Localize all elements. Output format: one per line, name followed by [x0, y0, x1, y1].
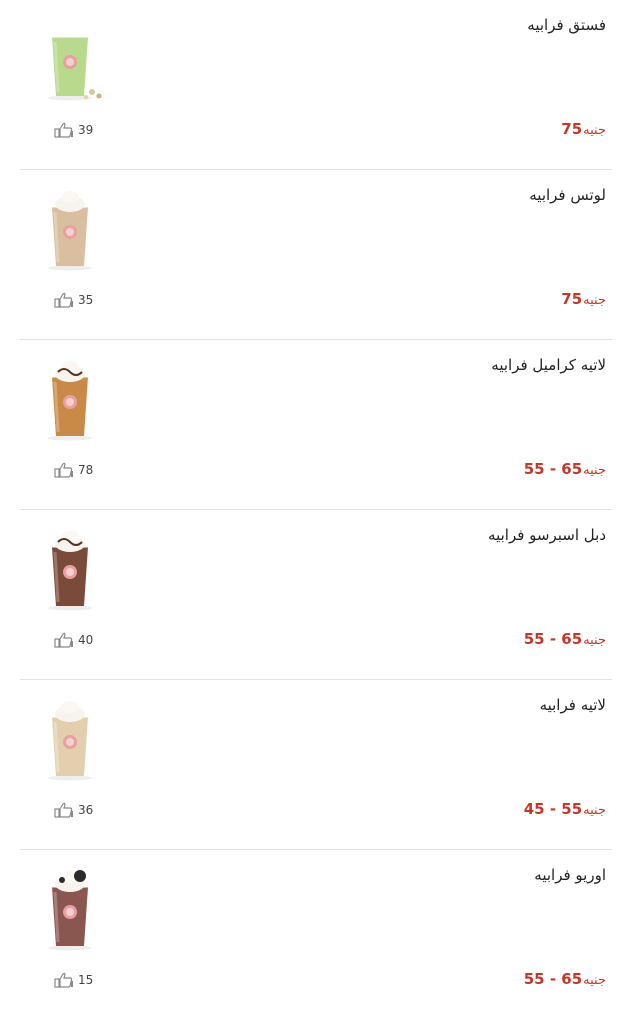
- product-item[interactable]: لاتيه فرابيه 36 45 - 55 جنيه: [20, 680, 612, 850]
- like-count: 78: [78, 463, 94, 477]
- product-name[interactable]: فستق فرابيه: [527, 16, 606, 34]
- product-price: 75 جنيه: [561, 120, 606, 138]
- like-button[interactable]: 36: [54, 802, 93, 818]
- product-item[interactable]: لاتيه كراميل فرابيه 78 55 - 65 جنيه: [20, 340, 612, 510]
- like-button[interactable]: 35: [54, 292, 93, 308]
- like-button[interactable]: 15: [54, 972, 93, 988]
- price-amount: 75: [561, 120, 583, 138]
- product-name[interactable]: لوتس فرابيه: [529, 186, 606, 204]
- thumbs-up-icon: [54, 462, 74, 478]
- product-image[interactable]: [20, 12, 120, 102]
- like-count: 40: [78, 633, 94, 647]
- product-image[interactable]: [20, 182, 120, 272]
- product-item[interactable]: فستق فرابيه 39 75 جنيه: [20, 0, 612, 170]
- price-currency: جنيه: [583, 633, 606, 648]
- product-image[interactable]: [20, 862, 120, 952]
- price-amount: 55 - 65: [523, 970, 583, 988]
- like-button[interactable]: 39: [54, 122, 93, 138]
- product-price: 55 - 65 جنيه: [524, 630, 606, 648]
- product-item[interactable]: دبل اسبرسو فرابيه 40 55 - 65 جنيه: [20, 510, 612, 680]
- price-amount: 55 - 65: [523, 460, 583, 478]
- product-image[interactable]: [20, 522, 120, 612]
- price-currency: جنيه: [583, 123, 606, 138]
- product-price: 75 جنيه: [561, 290, 606, 308]
- like-count: 39: [78, 123, 94, 137]
- product-image[interactable]: [20, 352, 120, 442]
- product-name[interactable]: اوريو فرابيه: [534, 866, 606, 884]
- thumbs-up-icon: [54, 802, 74, 818]
- like-button[interactable]: 78: [54, 462, 93, 478]
- product-price: 55 - 65 جنيه: [524, 970, 606, 988]
- price-currency: جنيه: [583, 973, 606, 988]
- product-image[interactable]: [20, 692, 120, 782]
- price-amount: 45 - 55: [523, 800, 583, 818]
- product-name[interactable]: لاتيه فرابيه: [540, 696, 606, 714]
- product-name[interactable]: لاتيه كراميل فرابيه: [491, 356, 606, 374]
- like-count: 15: [78, 973, 94, 987]
- price-amount: 55 - 65: [523, 630, 583, 648]
- price-currency: جنيه: [583, 463, 606, 478]
- product-name[interactable]: دبل اسبرسو فرابيه: [488, 526, 606, 544]
- thumbs-up-icon: [54, 292, 74, 308]
- product-price: 45 - 55 جنيه: [524, 800, 606, 818]
- thumbs-up-icon: [54, 122, 74, 138]
- price-currency: جنيه: [583, 803, 606, 818]
- product-item[interactable]: لوتس فرابيه 35 75 جنيه: [20, 170, 612, 340]
- like-count: 35: [78, 293, 94, 307]
- price-currency: جنيه: [583, 293, 606, 308]
- product-item[interactable]: اوريو فرابيه 15 55 - 65 جنيه: [20, 850, 612, 1020]
- price-amount: 75: [561, 290, 583, 308]
- thumbs-up-icon: [54, 972, 74, 988]
- product-price: 55 - 65 جنيه: [524, 460, 606, 478]
- like-button[interactable]: 40: [54, 632, 93, 648]
- like-count: 36: [78, 803, 94, 817]
- thumbs-up-icon: [54, 632, 74, 648]
